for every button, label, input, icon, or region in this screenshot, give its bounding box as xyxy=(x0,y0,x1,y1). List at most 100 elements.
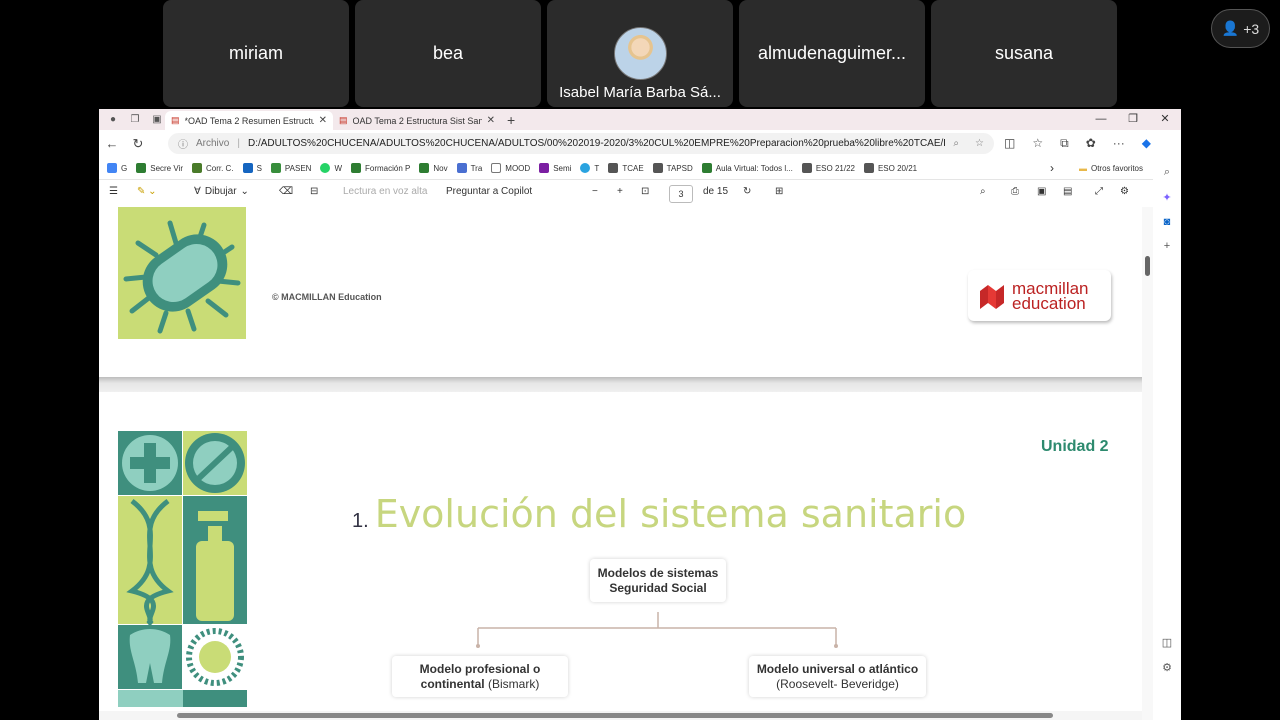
tab-actions-icon[interactable]: ▣ xyxy=(149,112,165,128)
page-view-icon[interactable]: ⊞ xyxy=(775,186,783,197)
split-screen-icon[interactable]: ◫ xyxy=(1004,136,1015,151)
bookmark-item[interactable]: MOOD xyxy=(491,163,530,173)
favorites-icon[interactable]: ☆ xyxy=(1032,136,1043,151)
collections-icon[interactable]: ❐ xyxy=(127,112,143,128)
back-icon[interactable]: ← xyxy=(99,136,125,151)
horizontal-scrollbar[interactable] xyxy=(99,711,1142,720)
participant-tile[interactable]: almudenaguimer... xyxy=(739,0,925,107)
rotate-icon[interactable]: ↻ xyxy=(743,186,751,197)
tab-resumen[interactable]: ▤ *OAD Tema 2 Resumen Estructur ✕ xyxy=(165,111,333,130)
participant-tile[interactable]: miriam xyxy=(163,0,349,107)
print-icon[interactable]: ⎙ xyxy=(1011,186,1019,197)
bookmark-item[interactable]: Secre Vir xyxy=(136,163,183,173)
outlook-icon[interactable]: ◙ xyxy=(1164,216,1171,228)
bookmark-label: Secre Vir xyxy=(150,163,183,173)
bookmark-item[interactable]: ESO 21/22 xyxy=(801,163,855,173)
page-input[interactable]: 3 xyxy=(669,185,693,203)
restore-icon[interactable]: ❐ xyxy=(1117,109,1149,130)
bookmark-item[interactable]: G xyxy=(107,163,127,173)
refresh-icon[interactable]: ↻ xyxy=(125,136,151,152)
bookmark-item[interactable]: T xyxy=(580,163,599,173)
read-aloud-button[interactable]: Lectura en voz alta xyxy=(343,186,428,197)
close-window-icon[interactable]: ✕ xyxy=(1149,109,1181,130)
address-field[interactable]: ⓘ Archivo | D:/ADULTOS%20CHUCENA/ADULTOS… xyxy=(168,133,994,154)
pdf-icon: ▤ xyxy=(171,115,180,125)
pdf-icon: ▤ xyxy=(339,115,348,125)
pdf-page-2: © MACMILLAN Education macmillan educatio… xyxy=(99,207,1142,377)
bookmark-icon xyxy=(863,163,874,173)
slide-title: 1. Evolución del sistema sanitario xyxy=(352,492,966,536)
bookmark-item[interactable]: PASEN xyxy=(270,163,311,173)
eraser-icon[interactable]: ⌫ xyxy=(279,186,293,197)
bookmark-label: G xyxy=(121,163,128,173)
left-line-2: continental xyxy=(420,676,485,691)
zoom-in-icon[interactable]: + xyxy=(617,186,623,197)
page-number[interactable]: 3 xyxy=(669,185,693,203)
more-menu-icon[interactable]: ··· xyxy=(1113,136,1125,151)
copilot-sidebar-icon[interactable]: ✦ xyxy=(1162,191,1171,204)
bookmark-item[interactable]: Aula Virtual: Todos l... xyxy=(701,163,793,173)
fullscreen-icon[interactable]: ⤢ xyxy=(1095,186,1103,197)
close-icon[interactable]: ✕ xyxy=(319,115,327,126)
extensions-icon[interactable]: ✿ xyxy=(1086,136,1096,151)
scrollbar-thumb[interactable] xyxy=(177,713,1053,718)
bookmark-label: T xyxy=(594,163,600,173)
unit-label: Unidad 2 xyxy=(1041,438,1109,455)
bookmark-item[interactable]: TCAE xyxy=(608,163,644,173)
bookmark-item[interactable]: Tra xyxy=(456,163,482,173)
copilot-button[interactable]: Preguntar a Copilot xyxy=(446,186,532,197)
bookmark-label: Corr. C. xyxy=(206,163,234,173)
bookmark-icon xyxy=(608,163,619,173)
scrollbar-thumb[interactable] xyxy=(1145,256,1150,276)
bookmark-item[interactable]: S xyxy=(242,163,262,173)
favorite-star-icon[interactable]: ☆ xyxy=(975,138,984,149)
copilot-icon[interactable]: ◆ xyxy=(1142,136,1151,151)
fit-page-icon[interactable]: ⊡ xyxy=(641,186,649,197)
bookmark-item[interactable]: Corr. C. xyxy=(192,163,234,173)
save-as-icon[interactable]: ▤ xyxy=(1063,186,1072,197)
chevron-right-icon[interactable]: › xyxy=(1050,161,1054,175)
highlight-icon[interactable]: ✎ ⌄ xyxy=(137,186,157,197)
collections-icon[interactable]: ⧉ xyxy=(1060,136,1069,151)
text-icon[interactable]: ⊟ xyxy=(310,186,318,197)
pdf-page-3: Unidad 2 1. Evolución del sistema sanita… xyxy=(99,392,1142,720)
bookmark-item[interactable]: Formación P xyxy=(351,163,410,173)
minimize-icon[interactable]: — xyxy=(1085,109,1117,130)
search-icon[interactable]: ⌕ xyxy=(980,186,986,197)
participant-tile[interactable]: susana xyxy=(931,0,1117,107)
health-icons-illustration xyxy=(118,431,247,707)
bookmark-icon xyxy=(270,163,281,173)
pdf-viewer[interactable]: © MACMILLAN Education macmillan educatio… xyxy=(99,207,1142,720)
bookmark-icon xyxy=(419,163,430,173)
save-icon[interactable]: ▣ xyxy=(1037,186,1046,197)
bookmark-item[interactable]: W xyxy=(320,163,342,173)
more-count: +3 xyxy=(1243,20,1260,37)
bookmark-item[interactable]: ESO 20/21 xyxy=(863,163,917,173)
other-favorites-label: Otros favoritos xyxy=(1090,163,1143,173)
bookmark-item[interactable]: Semi xyxy=(539,163,571,173)
draw-button[interactable]: ∀ Dibujar ⌄ xyxy=(194,186,249,197)
participant-tile[interactable]: bea xyxy=(355,0,541,107)
more-participants-button[interactable]: 👤 +3 xyxy=(1211,9,1270,48)
bookmark-item[interactable]: TAPSD xyxy=(652,163,693,173)
tab-estructura[interactable]: ▤ OAD Tema 2 Estructura Sist Sanit ✕ xyxy=(333,111,501,130)
search-icon[interactable]: ⌕ xyxy=(1164,166,1170,179)
divider: | xyxy=(237,138,240,149)
add-icon[interactable]: + xyxy=(1164,240,1170,252)
zoom-icon[interactable]: ⌕ xyxy=(953,138,959,149)
vertical-scrollbar[interactable] xyxy=(1142,207,1153,720)
bookmark-item[interactable]: Nov xyxy=(419,163,448,173)
info-icon[interactable]: ⓘ xyxy=(178,136,188,151)
other-favorites[interactable]: ▬ Otros favoritos xyxy=(1079,164,1143,173)
new-tab-icon[interactable]: + xyxy=(507,112,515,128)
hide-sidebar-icon[interactable]: ◫ xyxy=(1162,636,1172,649)
diagram-connectors xyxy=(476,612,838,648)
zoom-out-icon[interactable]: − xyxy=(592,186,598,197)
contents-icon[interactable]: ☰ xyxy=(109,186,118,197)
participant-tile[interactable]: Isabel María Barba Sá... xyxy=(547,0,733,107)
settings-icon[interactable]: ⚙ xyxy=(1120,186,1129,197)
profile-icon[interactable]: ● xyxy=(105,112,121,128)
avatar xyxy=(613,27,667,80)
close-icon[interactable]: ✕ xyxy=(487,115,495,126)
settings-icon[interactable]: ⚙ xyxy=(1162,661,1172,674)
